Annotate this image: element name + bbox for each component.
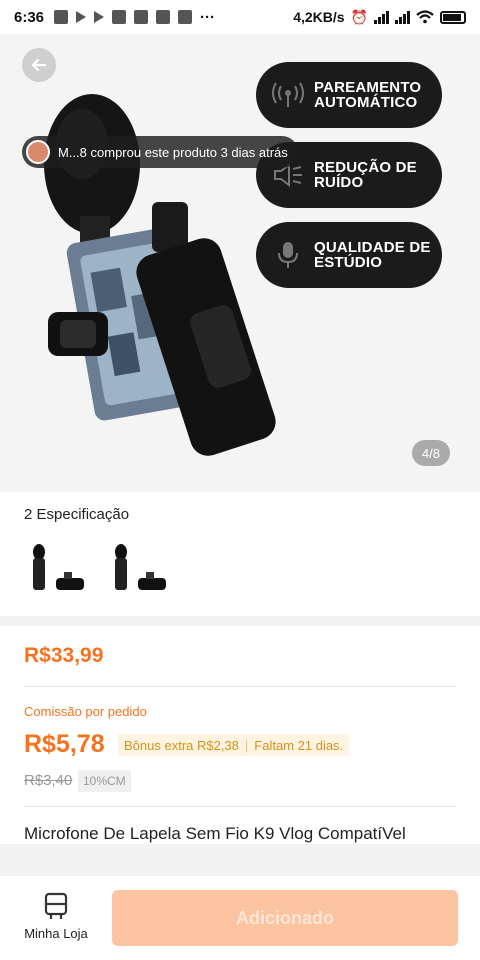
product-image-gallery[interactable]: PAREAMENTO AUTOMÁTICO REDUÇÃO DE RUÍDO Q… (0, 34, 480, 492)
youtube-icon (156, 10, 171, 24)
commission-rate-badge: 10%CM (78, 770, 131, 792)
play-store-icon (76, 11, 87, 23)
feature-label: REDUÇÃO DE RUÍDO (314, 159, 417, 191)
status-bar: 6:36 ··· 4,2KB/s ⏰ (0, 0, 480, 34)
feature-label: QUALIDADE DE ESTÚDIO (314, 239, 431, 271)
signal-bars-icon (395, 10, 410, 24)
more-dots-icon: ··· (200, 8, 216, 26)
my-store-label: Minha Loja (24, 926, 88, 941)
alarm-icon: ⏰ (350, 8, 368, 25)
microphone-icon (270, 237, 306, 273)
avatar (26, 140, 50, 164)
specification-title[interactable]: 2 Especificação (24, 506, 129, 523)
mail-icon (112, 10, 127, 24)
status-time: 6:36 (14, 8, 45, 26)
separator: | (244, 737, 249, 753)
android-icon (178, 10, 193, 24)
old-commission: R$3,40 (24, 772, 73, 789)
network-speed: 4,2KB/s (293, 9, 345, 25)
calendar-icon (134, 10, 149, 24)
specification-section: 2 Especificação (0, 492, 480, 616)
store-icon (44, 892, 68, 919)
image-counter: 4/8 (411, 440, 450, 466)
recent-purchase-text: M...8 comprou este produto 3 dias atrás (58, 144, 288, 160)
bottom-action-bar: Minha Loja Adicionado (0, 876, 480, 960)
product-title: Microfone De Lapela Sem Fio K9 Vlog Comp… (24, 824, 406, 843)
added-button[interactable]: Adicionado (112, 890, 458, 946)
divider (24, 686, 456, 687)
signal-icon (270, 77, 306, 113)
variant-thumbnail[interactable] (24, 542, 88, 592)
bonus-text: Bônus extra R$2,38 (124, 737, 239, 753)
variant-thumbnail[interactable] (106, 542, 170, 592)
wifi-icon (416, 10, 434, 24)
divider (24, 806, 456, 807)
feature-badge-quality: QUALIDADE DE ESTÚDIO (256, 222, 442, 288)
commission-value: R$5,78 (24, 730, 105, 758)
feature-label: PAREAMENTO AUTOMÁTICO (314, 79, 422, 111)
price-section: R$33,99 Comissão por pedido R$5,78 Bônus… (0, 626, 480, 844)
play-store-icon (94, 11, 105, 23)
product-price: R$33,99 (24, 644, 104, 667)
signal-bars-icon (374, 10, 389, 24)
my-store-button[interactable]: Minha Loja (14, 892, 98, 948)
arrow-left-icon (31, 58, 47, 72)
shopping-bag-icon (54, 10, 69, 24)
back-button[interactable] (22, 48, 56, 82)
bonus-deadline: Faltam 21 dias. (254, 737, 344, 753)
bonus-badge: Bônus extra R$2,38 | Faltam 21 dias. (118, 734, 350, 756)
notification-icons: ··· (54, 9, 215, 26)
battery-icon (440, 10, 466, 24)
recent-purchase-toast: M...8 comprou este produto 3 dias atrás (22, 136, 298, 168)
commission-label: Comissão por pedido (24, 704, 147, 719)
feature-badge-pairing: PAREAMENTO AUTOMÁTICO (256, 62, 442, 128)
